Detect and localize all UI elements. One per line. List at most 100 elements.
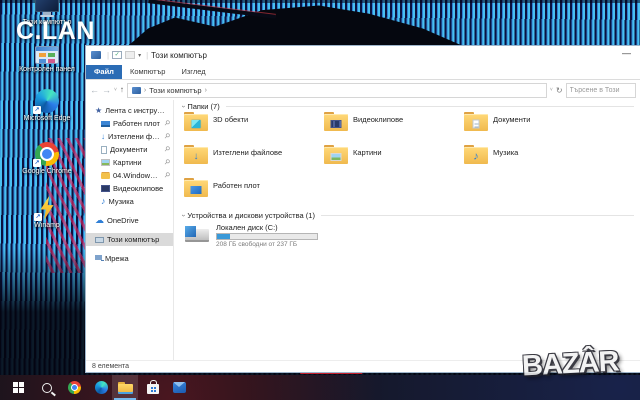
music-icon: ♪ xyxy=(101,196,106,206)
separator: | xyxy=(107,50,110,60)
folder-tile-3d-objects[interactable]: 3D обекти xyxy=(184,112,320,142)
disk-usage-bar xyxy=(216,233,318,240)
sidebar-item-videos[interactable]: Видеоклипове xyxy=(86,182,173,195)
file-explorer-icon xyxy=(117,381,133,394)
collapse-chevron-icon[interactable]: › xyxy=(180,214,187,216)
shortcut-arrow-icon: ↗ xyxy=(34,213,42,221)
documents-folder-icon xyxy=(464,112,488,132)
network-icon xyxy=(95,255,102,260)
disk-usage-fill xyxy=(217,234,230,239)
tab-computer[interactable]: Компютър xyxy=(122,65,174,79)
minimize-button[interactable]: — xyxy=(622,48,631,58)
desktop-icon-control-panel[interactable]: Контролен панел xyxy=(15,46,79,74)
sidebar-item-desktop[interactable]: Работен плот ⚲ xyxy=(86,117,173,130)
this-pc-icon xyxy=(95,236,104,243)
pictures-icon xyxy=(101,159,110,166)
folder-tile-downloads[interactable]: ↓ Изтеглени файлове xyxy=(184,145,320,175)
downloads-icon: ↓ xyxy=(101,131,105,141)
sidebar-item-pictures[interactable]: Картини ⚲ xyxy=(86,156,173,169)
desktop-icon-edge[interactable]: ↗ Microsoft Edge xyxy=(15,89,79,123)
edge-icon xyxy=(94,381,108,394)
edge-icon: ↗ xyxy=(33,89,59,114)
windows-logo-icon xyxy=(12,382,24,393)
breadcrumb-chevron-icon[interactable]: › xyxy=(205,87,207,94)
mail-icon xyxy=(172,382,186,393)
3d-objects-folder-icon xyxy=(184,112,208,132)
winamp-icon: ↗ xyxy=(34,196,58,221)
sidebar-item-onedrive[interactable]: ☁ OneDrive xyxy=(86,214,173,227)
taskbar-store-button[interactable] xyxy=(140,375,166,400)
sidebar-item-downloads[interactable]: ↓ Изтеглени файлове ⚲ xyxy=(86,130,173,143)
pin-icon: ⚲ xyxy=(162,171,171,180)
taskbar-chrome-button[interactable] xyxy=(61,375,87,400)
desktop-icon-winamp[interactable]: ↗ Winamp xyxy=(15,196,79,230)
qat-properties-icon[interactable]: ✓ xyxy=(112,51,123,59)
search-box[interactable] xyxy=(565,82,636,98)
group-header-rule xyxy=(320,215,634,216)
title-bar[interactable]: | ✓ ▾ | Този компютър — xyxy=(86,46,640,64)
sidebar-item-network[interactable]: Мрежа xyxy=(86,252,173,265)
sidebar-item-music[interactable]: ♪ Музика xyxy=(86,195,173,208)
drive-free-space: 208 ГБ свободни от 237 ГБ xyxy=(216,241,298,248)
drive-name: Локален диск (C:) xyxy=(216,223,278,232)
collapse-chevron-icon[interactable]: › xyxy=(180,105,187,107)
devices-group-header[interactable]: › Устройства и дискови устройства (1) xyxy=(180,211,634,220)
pin-icon: ⚲ xyxy=(162,132,171,141)
drive-tile-local-disk-c[interactable]: Локален диск (C:) 208 ГБ свободни от 237… xyxy=(184,223,318,248)
qat-computer-icon[interactable] xyxy=(91,51,101,59)
store-icon xyxy=(147,380,159,394)
sidebar-item-windows-folder[interactable]: 04.Windows 7-10 ⚲ xyxy=(86,169,173,182)
start-button[interactable] xyxy=(5,375,31,400)
pin-icon: ⚲ xyxy=(162,145,171,154)
recent-dropdown-icon[interactable]: ˅ xyxy=(114,87,117,93)
breadcrumb-chevron-icon: › xyxy=(143,86,147,94)
chrome-icon xyxy=(67,381,81,394)
taskbar-mail-button[interactable] xyxy=(166,375,192,400)
sidebar-item-this-pc[interactable]: Този компютър xyxy=(86,233,173,246)
item-count: 8 елемента xyxy=(92,363,130,370)
hard-drive-icon xyxy=(184,223,210,244)
pictures-folder-icon xyxy=(324,145,348,165)
chrome-icon: ↗ xyxy=(33,142,59,167)
folder-content-area: › Папки (7) 3D обекти Видеоклипове Докум… xyxy=(174,100,640,360)
qat-new-folder-icon[interactable] xyxy=(125,51,136,59)
taskbar-edge-button[interactable] xyxy=(88,375,114,400)
folders-group-header[interactable]: › Папки (7) xyxy=(180,102,634,111)
up-icon[interactable]: ↑ xyxy=(120,86,124,94)
group-header-rule xyxy=(225,106,634,107)
address-bar-row: ← → ˅ ↑ › Този компютър › ˅ ↻ xyxy=(86,80,640,100)
pin-icon: ⚲ xyxy=(162,158,171,167)
screen: Този компютър Контролен панел ↗ Microsof… xyxy=(0,0,640,400)
quick-access-star-icon: ★ xyxy=(95,105,103,115)
breadcrumb[interactable]: Този компютър xyxy=(149,86,201,95)
folder-tile-videos[interactable]: Видеоклипове xyxy=(324,112,460,142)
search-icon xyxy=(42,382,52,393)
forward-icon[interactable]: → xyxy=(102,85,111,95)
bazar-watermark: BAZÂR xyxy=(521,345,620,383)
address-bar[interactable]: › Този компютър › xyxy=(126,82,547,98)
folder-tile-pictures[interactable]: Картини xyxy=(324,145,460,175)
search-input[interactable] xyxy=(566,86,635,94)
address-pc-icon xyxy=(131,86,141,94)
back-icon[interactable]: ← xyxy=(90,85,99,95)
navigation-pane: ★ Лента с инструменти Работен плот ⚲ ↓ И… xyxy=(86,100,174,360)
folder-tile-desktop[interactable]: Работен плот xyxy=(184,178,320,208)
shortcut-arrow-icon: ↗ xyxy=(33,106,41,114)
refresh-icon[interactable]: ↻ xyxy=(556,86,563,95)
address-dropdown-icon[interactable]: ˅ xyxy=(550,87,553,93)
taskbar-search-button[interactable] xyxy=(34,375,60,400)
sidebar-item-quick-access[interactable]: ★ Лента с инструменти xyxy=(86,104,173,117)
folder-tile-documents[interactable]: Документи xyxy=(464,112,600,142)
tab-view[interactable]: Изглед xyxy=(173,65,213,79)
desktop-icon-chrome[interactable]: ↗ Google Chrome xyxy=(15,142,79,176)
documents-icon xyxy=(101,145,107,154)
desktop-folder-icon xyxy=(184,178,208,198)
qat-customize-chevron-icon[interactable]: ▾ xyxy=(138,52,141,59)
folder-tile-music[interactable]: ♪ Музика xyxy=(464,145,600,175)
taskbar-file-explorer-button[interactable] xyxy=(112,375,138,400)
window-title: Този компютър xyxy=(151,50,207,60)
tab-file[interactable]: Файл xyxy=(86,65,122,79)
sidebar-item-documents[interactable]: Документи ⚲ xyxy=(86,143,173,156)
window-body: ★ Лента с инструменти Работен плот ⚲ ↓ И… xyxy=(86,100,640,360)
pin-icon: ⚲ xyxy=(162,119,171,128)
